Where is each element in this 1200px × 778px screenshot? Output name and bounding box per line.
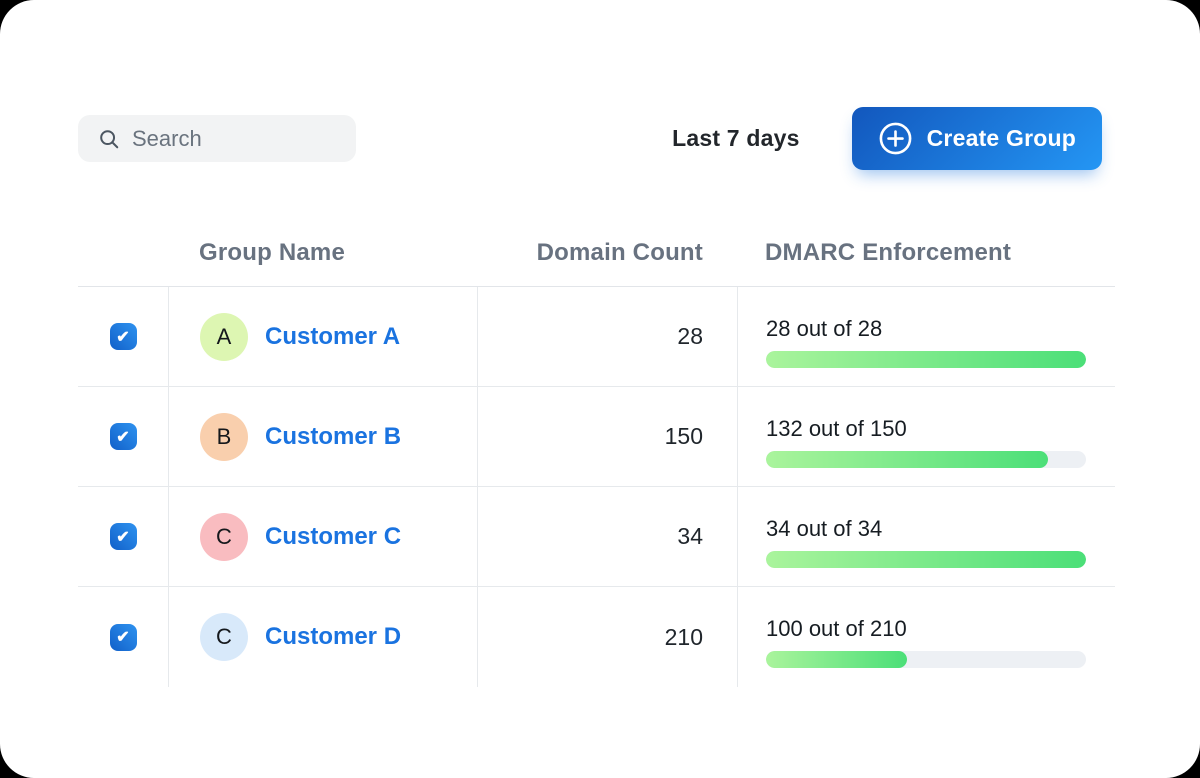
table-header-row: Group Name Domain Count DMARC Enforcemen… (78, 220, 1115, 287)
dmarc-progress-bar (766, 451, 1086, 468)
dmarc-ratio-label: 100 out of 210 (766, 616, 1086, 642)
search-icon (98, 128, 120, 150)
table-row: ✔ C Customer C 34 34 out of 34 (78, 487, 1115, 587)
row-checkbox[interactable]: ✔ (110, 323, 137, 350)
dmarc-progress-fill (766, 551, 1086, 568)
plus-circle-icon (878, 121, 913, 156)
dmarc-progress-bar (766, 651, 1086, 668)
avatar: C (200, 513, 248, 561)
dmarc-ratio-label: 34 out of 34 (766, 516, 1086, 542)
table-row: ✔ B Customer B 150 132 out of 150 (78, 387, 1115, 487)
column-header-domain-count: Domain Count (477, 239, 737, 267)
table-row: ✔ A Customer A 28 28 out of 28 (78, 287, 1115, 387)
domain-count-value: 150 (477, 387, 737, 486)
search-field[interactable] (132, 126, 340, 152)
domain-count-value: 210 (477, 587, 737, 687)
dmarc-progress-fill (766, 351, 1086, 368)
check-icon: ✔ (116, 627, 129, 647)
create-group-label: Create Group (927, 125, 1076, 152)
create-group-button[interactable]: Create Group (852, 107, 1102, 170)
check-icon: ✔ (116, 327, 129, 347)
dmarc-ratio-label: 28 out of 28 (766, 316, 1086, 342)
groups-table: Group Name Domain Count DMARC Enforcemen… (78, 220, 1115, 687)
groups-panel: Last 7 days Create Group Group Name Doma… (0, 0, 1200, 778)
customer-link[interactable]: Customer B (265, 423, 401, 451)
check-icon: ✔ (116, 527, 129, 547)
customer-link[interactable]: Customer A (265, 323, 400, 351)
dmarc-progress-bar (766, 351, 1086, 368)
domain-count-value: 28 (477, 287, 737, 386)
avatar: B (200, 413, 248, 461)
toolbar: Last 7 days Create Group (78, 107, 1102, 170)
column-header-dmarc-enforcement: DMARC Enforcement (737, 239, 1115, 267)
avatar: C (200, 613, 248, 661)
dmarc-progress-fill (766, 651, 907, 668)
dmarc-ratio-label: 132 out of 150 (766, 416, 1086, 442)
customer-link[interactable]: Customer D (265, 623, 401, 651)
avatar: A (200, 313, 248, 361)
column-header-group-name: Group Name (168, 239, 477, 267)
row-checkbox[interactable]: ✔ (110, 423, 137, 450)
dmarc-progress-fill (766, 451, 1048, 468)
customer-link[interactable]: Customer C (265, 523, 401, 551)
table-row: ✔ C Customer D 210 100 out of 210 (78, 587, 1115, 687)
check-icon: ✔ (116, 427, 129, 447)
search-input[interactable] (78, 115, 356, 162)
row-checkbox[interactable]: ✔ (110, 523, 137, 550)
domain-count-value: 34 (477, 487, 737, 586)
date-range-label[interactable]: Last 7 days (672, 125, 800, 152)
dmarc-progress-bar (766, 551, 1086, 568)
row-checkbox[interactable]: ✔ (110, 624, 137, 651)
